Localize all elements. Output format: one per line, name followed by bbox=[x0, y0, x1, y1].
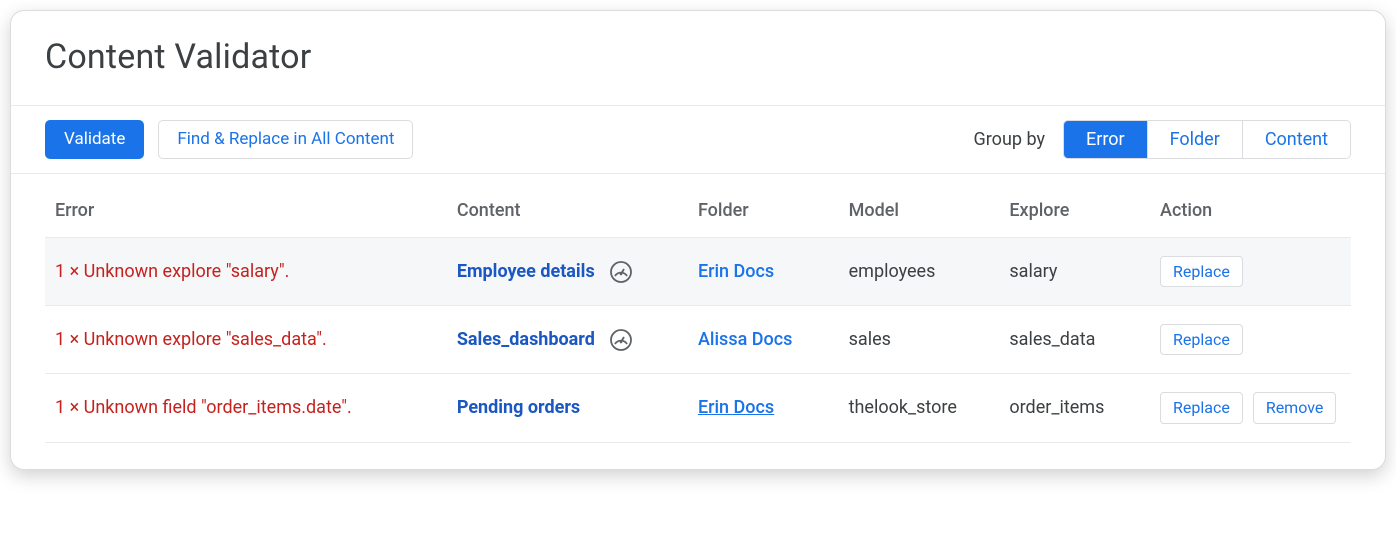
error-text: 1 × Unknown explore "sales_data". bbox=[55, 329, 327, 350]
folder-link[interactable]: Erin Docs bbox=[698, 397, 774, 418]
replace-button[interactable]: Replace bbox=[1160, 392, 1243, 423]
content-validator-window: Content Validator Validate Find & Replac… bbox=[10, 10, 1386, 470]
toolbar: Validate Find & Replace in All Content G… bbox=[11, 105, 1385, 174]
error-text: 1 × Unknown field "order_items.date". bbox=[55, 397, 352, 418]
group-by-content[interactable]: Content bbox=[1242, 121, 1350, 158]
results-table-wrap: Error Content Folder Model Explore Actio… bbox=[11, 174, 1385, 469]
error-text: 1 × Unknown explore "salary". bbox=[55, 261, 289, 282]
validate-button[interactable]: Validate bbox=[45, 120, 144, 158]
replace-button[interactable]: Replace bbox=[1160, 324, 1243, 355]
folder-link[interactable]: Alissa Docs bbox=[698, 329, 792, 350]
col-header-action: Action bbox=[1150, 174, 1351, 238]
content-link[interactable]: Pending orders bbox=[457, 397, 580, 418]
explore-cell: salary bbox=[999, 238, 1150, 306]
col-header-explore: Explore bbox=[999, 174, 1150, 238]
folder-link[interactable]: Erin Docs bbox=[698, 261, 774, 282]
gauge-icon bbox=[609, 260, 633, 284]
gauge-icon bbox=[609, 328, 633, 352]
model-cell: sales bbox=[839, 306, 1000, 374]
remove-button[interactable]: Remove bbox=[1253, 392, 1337, 423]
explore-cell: sales_data bbox=[999, 306, 1150, 374]
col-header-folder: Folder bbox=[688, 174, 839, 238]
replace-button[interactable]: Replace bbox=[1160, 256, 1243, 287]
model-cell: thelook_store bbox=[839, 374, 1000, 442]
group-by-label: Group by bbox=[974, 129, 1045, 150]
col-header-error: Error bbox=[45, 174, 447, 238]
group-by-error[interactable]: Error bbox=[1064, 121, 1147, 158]
explore-cell: order_items bbox=[999, 374, 1150, 442]
content-link[interactable]: Employee details bbox=[457, 261, 595, 282]
table-row: 1 × Unknown explore "sales_data". Sales_d… bbox=[45, 306, 1351, 374]
table-row: 1 × Unknown field "order_items.date". Pen… bbox=[45, 374, 1351, 442]
results-table: Error Content Folder Model Explore Actio… bbox=[45, 174, 1351, 443]
title-bar: Content Validator bbox=[11, 11, 1385, 105]
group-by-segment: Error Folder Content bbox=[1063, 120, 1351, 159]
table-row: 1 × Unknown explore "salary". Employee de… bbox=[45, 238, 1351, 306]
model-cell: employees bbox=[839, 238, 1000, 306]
find-replace-button[interactable]: Find & Replace in All Content bbox=[158, 120, 413, 158]
col-header-content: Content bbox=[447, 174, 688, 238]
content-link[interactable]: Sales_dashboard bbox=[457, 329, 595, 350]
page-title: Content Validator bbox=[45, 37, 1351, 77]
col-header-model: Model bbox=[839, 174, 1000, 238]
group-by-folder[interactable]: Folder bbox=[1147, 121, 1242, 158]
